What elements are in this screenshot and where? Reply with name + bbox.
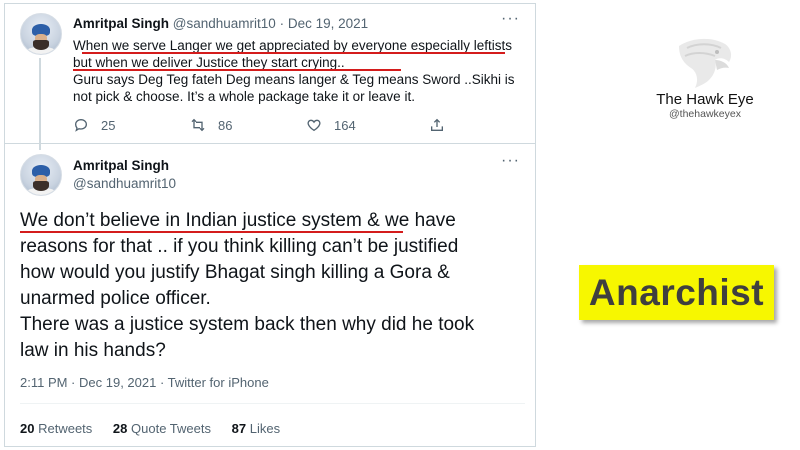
- avatar[interactable]: [20, 13, 62, 55]
- badge-label: Anarchist: [588, 271, 765, 313]
- retweet-button[interactable]: 86: [190, 117, 232, 133]
- watermark-title: The Hawk Eye: [656, 91, 754, 108]
- reply-count: 25: [101, 117, 116, 133]
- tweet-text-line: not pick & choose. It’s a whole package …: [73, 89, 415, 104]
- separator: [20, 403, 525, 404]
- avatar[interactable]: [20, 154, 62, 196]
- tweet-text-line: reasons for that .. if you think killing…: [20, 236, 459, 257]
- eagle-logo-icon: [679, 38, 732, 88]
- tweet-text: When we serve Langer we get appreciated …: [73, 37, 523, 105]
- quote-tweets-count: 28: [112, 421, 128, 436]
- tweet-header: Amritpal Singh @sandhuamrit10 · Dec 19, …: [73, 16, 368, 31]
- more-icon[interactable]: ···: [501, 152, 520, 170]
- quote-tweets-label: Quote Tweets: [131, 421, 211, 436]
- author-handle[interactable]: @sandhuamrit10: [73, 176, 176, 191]
- tweet-text-line: unarmed police officer.: [20, 288, 211, 309]
- like-count: 164: [334, 117, 356, 133]
- retweets-label: Retweets: [38, 421, 93, 436]
- tweet-text-line: There was a justice system back then why…: [20, 314, 475, 335]
- tweet-divider: [4, 143, 536, 144]
- tweet-stats: 20 Retweets 28 Quote Tweets 87 Likes: [20, 421, 297, 436]
- watermark-handle: @thehawkeyex: [669, 108, 741, 120]
- author-name[interactable]: Amritpal Singh: [73, 158, 169, 173]
- likes-count: 87: [231, 421, 247, 436]
- retweet-count: 86: [218, 117, 233, 133]
- retweets-count: 20: [20, 421, 35, 436]
- reply-icon: [74, 118, 88, 132]
- tweet-text-line: Guru says Deg Teg fateh Deg means langer…: [73, 72, 515, 87]
- tweet-actions: 25 86 164: [73, 117, 473, 137]
- like-button[interactable]: 164: [306, 117, 356, 133]
- share-button[interactable]: [429, 117, 457, 133]
- author-handle[interactable]: @sandhuamrit10: [173, 16, 276, 31]
- likes-label: Likes: [249, 421, 281, 436]
- share-icon: [431, 118, 443, 131]
- quote-tweets-stat[interactable]: 28 Quote Tweets: [113, 421, 211, 436]
- more-icon[interactable]: ···: [501, 10, 520, 28]
- highlight-underline: [73, 69, 401, 71]
- highlight-underline: [20, 231, 403, 233]
- author-name[interactable]: Amritpal Singh: [73, 16, 169, 31]
- like-icon: [307, 119, 321, 132]
- thread-connector-line: [39, 58, 41, 150]
- tweet-date[interactable]: Dec 19, 2021: [288, 16, 368, 31]
- reply-button[interactable]: 25: [73, 117, 115, 133]
- anarchist-label-badge: Anarchist: [579, 265, 774, 320]
- header-separator: ·: [279, 16, 285, 31]
- retweets-stat[interactable]: 20 Retweets: [20, 421, 92, 436]
- highlight-underline: [82, 52, 505, 54]
- tweet-text-line: law in his hands?: [20, 340, 166, 361]
- retweet-icon: [191, 118, 205, 132]
- tweet-text-line: how would you justify Bhagat singh killi…: [20, 262, 450, 283]
- likes-stat[interactable]: 87 Likes: [232, 421, 280, 436]
- tweet-timestamp[interactable]: 2:11 PM · Dec 19, 2021 · Twitter for iPh…: [20, 375, 269, 390]
